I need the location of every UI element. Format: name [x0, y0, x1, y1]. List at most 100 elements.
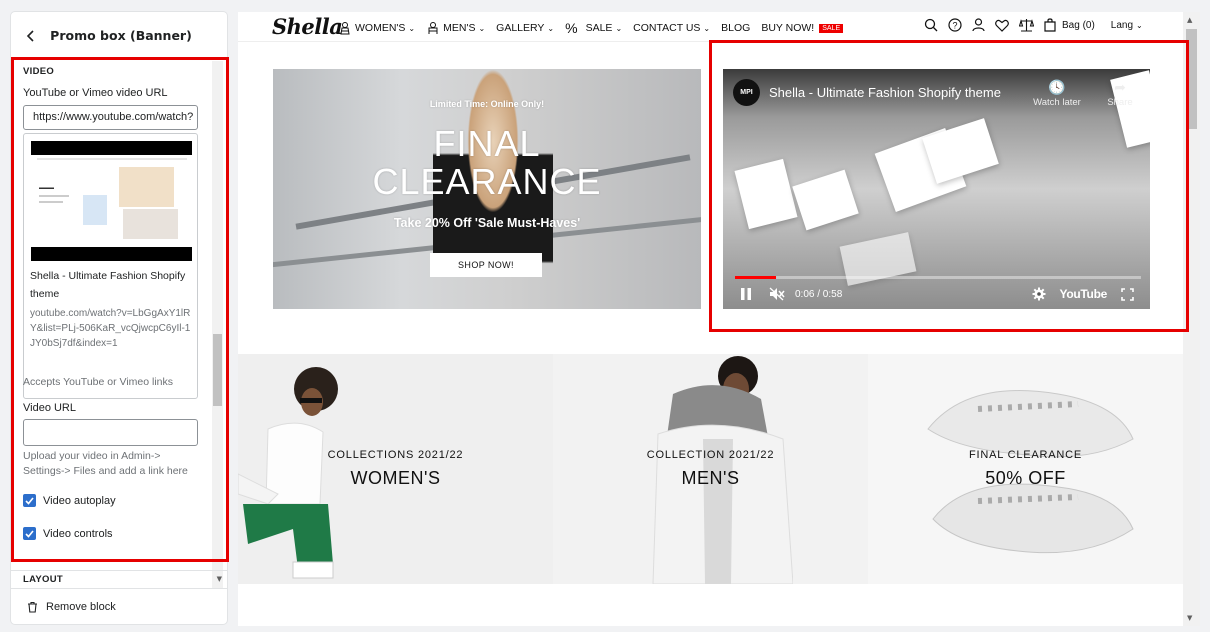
- preview-scrollbar[interactable]: ▲ ▼: [1183, 12, 1200, 626]
- remove-block-button[interactable]: Remove block: [11, 588, 227, 624]
- video-frame-slide: [792, 169, 859, 231]
- remove-block-label: Remove block: [46, 600, 116, 613]
- chevron-down-icon: ⌄: [478, 23, 486, 33]
- video-controls-label: Video controls: [43, 527, 113, 540]
- nav-item-blog[interactable]: BLOG: [721, 22, 750, 34]
- search-icon[interactable]: [924, 18, 938, 32]
- tile-mens[interactable]: COLLECTION 2021/22 MEN'S: [553, 354, 868, 584]
- channel-avatar[interactable]: MPI: [733, 79, 760, 106]
- tile-sale-eyebrow: FINAL CLEARANCE: [968, 449, 1083, 461]
- womens-icon: [340, 22, 350, 35]
- video-url-input[interactable]: [23, 419, 198, 446]
- checkbox-checked-icon: [23, 527, 36, 540]
- trash-icon: [28, 601, 37, 613]
- tile-mens-title: MEN'S: [681, 468, 740, 488]
- share-button[interactable]: ➦ Share: [1095, 79, 1145, 108]
- nav-label: SALE: [585, 22, 613, 34]
- chevron-left-icon: [26, 30, 34, 42]
- upload-help-text: Upload your video in Admin-> Settings-> …: [23, 450, 188, 477]
- wishlist-heart-icon[interactable]: [995, 19, 1009, 32]
- settings-panel: Promo box (Banner) VIDEO YouTube or Vime…: [11, 12, 227, 624]
- video-controls-checkbox[interactable]: Video controls: [23, 527, 113, 540]
- video-controls-bar: 0:06 / 0:58 YouTube: [723, 279, 1150, 309]
- tile-womens[interactable]: COLLECTIONS 2021/22 WOMEN'S: [238, 354, 553, 584]
- header-actions: ? Bag (0) Lang ⌄: [924, 18, 1143, 32]
- video-title[interactable]: Shella - Ultimate Fashion Shopify theme: [769, 85, 1001, 100]
- language-label: Lang: [1110, 19, 1134, 31]
- scroll-down-arrow-icon[interactable]: ▼: [1187, 614, 1192, 622]
- video-time: 0:06 / 0:58: [795, 288, 843, 300]
- gear-icon: [1032, 287, 1046, 301]
- sale-badge: SALE: [819, 23, 844, 33]
- promo-headline-line1: FINAL: [433, 123, 541, 164]
- nav-label: MEN'S: [443, 22, 476, 34]
- mute-button[interactable]: [769, 287, 785, 301]
- svg-text:?: ?: [952, 21, 957, 31]
- nav-label: CONTACT US: [633, 22, 701, 34]
- scroll-up-arrow-icon[interactable]: ▲: [1187, 16, 1192, 24]
- fullscreen-icon: [1121, 287, 1134, 301]
- youtube-url-input[interactable]: https://www.youtube.com/watch?: [23, 105, 198, 130]
- cart-label: Bag (0): [1062, 19, 1095, 31]
- pause-button[interactable]: [740, 287, 752, 301]
- panel-scroll-area[interactable]: VIDEO YouTube or Vimeo video URL https:/…: [11, 61, 227, 570]
- nav-item-buy-now[interactable]: BUY NOW! SALE: [761, 22, 844, 34]
- settings-button[interactable]: [1032, 287, 1046, 301]
- back-button[interactable]: [21, 26, 41, 46]
- nav-item-contact[interactable]: CONTACT US ⌄: [633, 22, 710, 34]
- fullscreen-button[interactable]: [1121, 287, 1134, 301]
- nav-label: GALLERY: [496, 22, 545, 34]
- preview-scrollbar-thumb[interactable]: [1186, 29, 1197, 129]
- video-autoplay-checkbox[interactable]: Video autoplay: [23, 494, 116, 507]
- nav-item-gallery[interactable]: GALLERY ⌄: [496, 22, 554, 34]
- video-thumbnail: ▬▬▬: [31, 141, 192, 261]
- mens-icon: [428, 22, 438, 34]
- video-preview-card[interactable]: ▬▬▬ Shella - Ultimate Fashion Shopify th…: [23, 133, 198, 399]
- video-url-label: Video URL: [23, 402, 76, 414]
- panel-title: Promo box (Banner): [50, 28, 192, 43]
- watch-later-button[interactable]: 🕓 Watch later: [1032, 79, 1082, 108]
- nav-item-mens[interactable]: MEN'S ⌄: [426, 21, 485, 35]
- nav-label: BUY NOW!: [761, 22, 815, 34]
- youtube-url-label: YouTube or Vimeo video URL: [23, 87, 168, 99]
- promo-subline: Take 20% Off 'Sale Must-Haves': [393, 216, 581, 230]
- promo-eyebrow: Limited Time: Online Only!: [429, 99, 545, 109]
- store-logo[interactable]: Shella: [272, 14, 343, 39]
- nav-item-womens[interactable]: WOMEN'S ⌄: [338, 21, 415, 35]
- language-selector[interactable]: Lang ⌄: [1111, 20, 1143, 31]
- panel-header: Promo box (Banner): [11, 12, 227, 60]
- video-frame-slide: [734, 158, 798, 230]
- youtube-video-player[interactable]: MPI Shella - Ultimate Fashion Shopify th…: [723, 69, 1150, 309]
- cart-button[interactable]: Bag (0): [1044, 18, 1095, 32]
- chevron-down-icon: ⌄: [703, 23, 711, 33]
- accepts-help-text: Accepts YouTube or Vimeo links: [23, 376, 174, 388]
- chevron-down-icon: ⌄: [1136, 20, 1143, 30]
- panel-scrollbar-thumb[interactable]: [213, 334, 222, 406]
- panel-scrollbar[interactable]: [212, 61, 223, 589]
- tile-womens-eyebrow: COLLECTIONS 2021/22: [327, 449, 464, 461]
- nav-label: BLOG: [721, 22, 751, 34]
- youtube-logo[interactable]: YouTube: [1060, 287, 1108, 301]
- promo-banner-final-clearance[interactable]: Limited Time: Online Only! FINAL CLEARAN…: [273, 69, 701, 309]
- shop-now-button[interactable]: SHOP NOW!: [430, 253, 542, 277]
- share-arrow-icon: ➦: [1114, 79, 1126, 95]
- collection-tiles: COLLECTIONS 2021/22 WOMEN'S COLLECTION 2…: [238, 354, 1183, 584]
- account-icon[interactable]: [972, 18, 985, 32]
- watch-later-label: Watch later: [1033, 97, 1081, 108]
- layout-section[interactable]: LAYOUT: [11, 570, 227, 588]
- promo-headline: FINAL CLEARANCE: [273, 125, 701, 201]
- compare-scale-icon[interactable]: [1019, 18, 1034, 32]
- store-preview: Shella WOMEN'S ⌄ MEN'S ⌄ GALLERY ⌄ % SALE ⌄ …: [238, 12, 1200, 626]
- tile-sale[interactable]: FINAL CLEARANCE 50% OFF: [868, 354, 1183, 584]
- percent-icon: %: [565, 20, 578, 36]
- video-preview-title: Shella - Ultimate Fashion Shopify theme: [30, 270, 186, 300]
- shopping-bag-icon: [1044, 18, 1056, 32]
- nav-item-sale[interactable]: % SALE ⌄: [565, 20, 622, 36]
- help-icon[interactable]: ?: [948, 18, 962, 32]
- share-label: Share: [1107, 97, 1133, 108]
- tile-sale-title: 50% OFF: [985, 468, 1066, 488]
- checkbox-checked-icon: [23, 494, 36, 507]
- store-header: Shella WOMEN'S ⌄ MEN'S ⌄ GALLERY ⌄ % SALE ⌄ …: [238, 12, 1183, 42]
- chevron-down-icon: ⌄: [615, 23, 623, 33]
- video-preview-url: youtube.com/watch?v=LbGgAxY1lRY&list=PLj…: [30, 308, 191, 349]
